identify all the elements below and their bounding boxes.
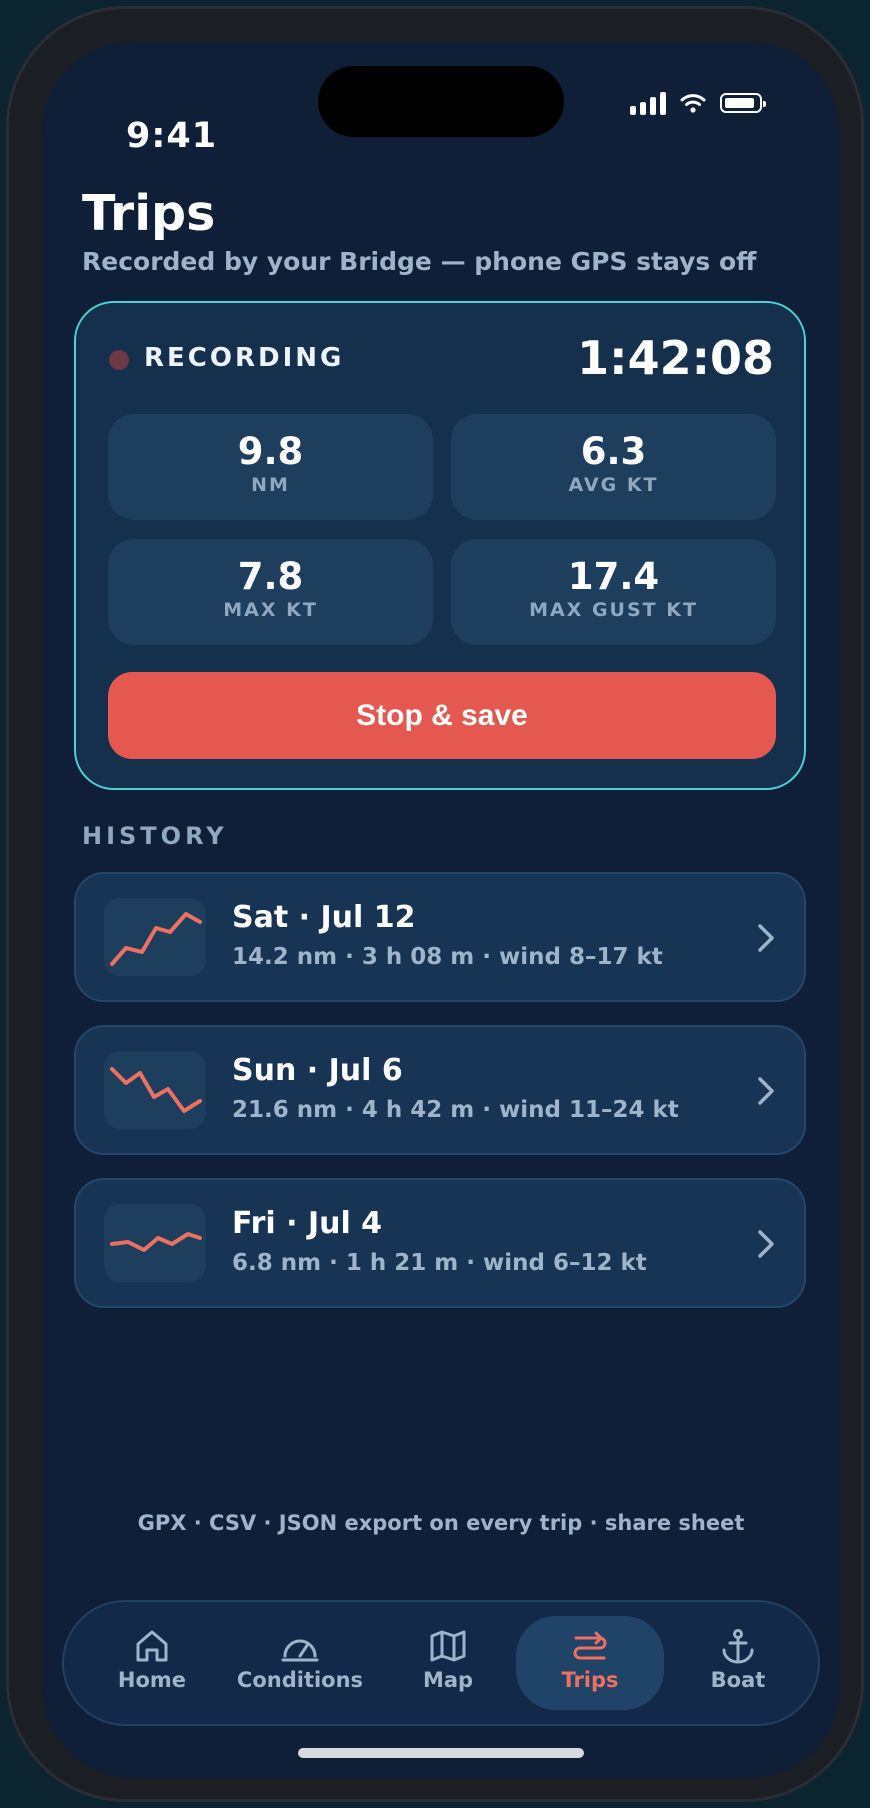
home-indicator <box>298 1748 584 1758</box>
export-note: GPX · CSV · JSON export on every trip · … <box>137 1511 745 1535</box>
home-icon <box>136 1630 168 1662</box>
status-icons <box>630 91 766 115</box>
wifi-icon <box>680 94 706 113</box>
stat-unit: MAX GUST KT <box>529 599 698 621</box>
anchor-icon <box>722 1629 754 1664</box>
tab-map[interactable]: Map <box>374 1616 522 1710</box>
stat-unit: AVG KT <box>568 474 659 496</box>
stat-value: 9.8 <box>237 430 304 473</box>
stat-unit: MAX KT <box>223 599 318 621</box>
map-icon <box>430 1630 466 1662</box>
tab-home[interactable]: Home <box>78 1616 226 1710</box>
tab-bar: Home Conditions Map Trips Boat <box>62 1600 820 1726</box>
stat-max-speed: 7.8 MAX KT <box>108 539 433 645</box>
trip-row[interactable]: Sun · Jul 6 21.6 nm · 4 h 42 m · wind 11… <box>74 1025 806 1155</box>
trip-meta: 6.8 nm · 1 h 21 m · wind 6–12 kt <box>232 1250 647 1276</box>
chevron-right-icon <box>758 1077 774 1105</box>
recording-timer: 1:42:08 <box>577 331 774 385</box>
flat-sparkline-icon <box>104 1204 206 1282</box>
stat-unit: NM <box>251 474 290 496</box>
gauge-icon <box>281 1639 319 1662</box>
tab-boat[interactable]: Boat <box>664 1616 812 1710</box>
page-title: Trips <box>82 185 216 242</box>
trip-title: Sun · Jul 6 <box>232 1053 403 1088</box>
tab-trips[interactable]: Trips <box>516 1616 664 1710</box>
phone-frame: 9:41 Trips Recorded by your Bridge — pho… <box>6 6 864 1802</box>
dynamic-island <box>318 66 564 137</box>
status-time: 9:41 <box>126 116 218 156</box>
stat-max-gust: 17.4 MAX GUST KT <box>451 539 776 645</box>
stat-value: 7.8 <box>237 555 304 598</box>
history-heading: HISTORY <box>82 822 228 850</box>
page-subtitle: Recorded by your Bridge — phone GPS stay… <box>82 247 757 276</box>
trip-title: Sat · Jul 12 <box>232 900 416 935</box>
tab-conditions[interactable]: Conditions <box>226 1616 374 1710</box>
signal-icon <box>630 91 666 115</box>
trip-meta: 21.6 nm · 4 h 42 m · wind 11–24 kt <box>232 1097 679 1123</box>
trend-down-sparkline-icon <box>104 1051 206 1129</box>
tab-label: Map <box>422 1668 474 1692</box>
screen: 9:41 Trips Recorded by your Bridge — pho… <box>42 42 840 1778</box>
tab-label: Boat <box>710 1668 766 1692</box>
recording-card: RECORDING 1:42:08 9.8 NM 6.3 AVG KT 7.8 … <box>74 301 806 790</box>
stat-distance: 9.8 NM <box>108 414 433 520</box>
stop-and-save-button[interactable]: Stop & save <box>108 672 776 759</box>
stat-value: 17.4 <box>567 555 660 598</box>
route-icon <box>573 1631 607 1660</box>
recording-dot-icon <box>109 350 129 370</box>
chevron-right-icon <box>758 1230 774 1258</box>
trip-row[interactable]: Fri · Jul 4 6.8 nm · 1 h 21 m · wind 6–1… <box>74 1178 806 1308</box>
tab-label: Home <box>117 1668 187 1692</box>
battery-icon <box>720 93 766 113</box>
trip-row[interactable]: Sat · Jul 12 14.2 nm · 3 h 08 m · wind 8… <box>74 872 806 1002</box>
trip-title: Fri · Jul 4 <box>232 1206 383 1241</box>
trip-meta: 14.2 nm · 3 h 08 m · wind 8–17 kt <box>232 944 663 970</box>
trend-up-sparkline-icon <box>104 898 206 976</box>
recording-label: RECORDING <box>144 343 345 373</box>
stat-avg-speed: 6.3 AVG KT <box>451 414 776 520</box>
stat-value: 6.3 <box>580 430 647 473</box>
chevron-right-icon <box>758 924 774 952</box>
tab-label: Conditions <box>236 1668 364 1692</box>
tab-label: Trips <box>561 1668 619 1692</box>
